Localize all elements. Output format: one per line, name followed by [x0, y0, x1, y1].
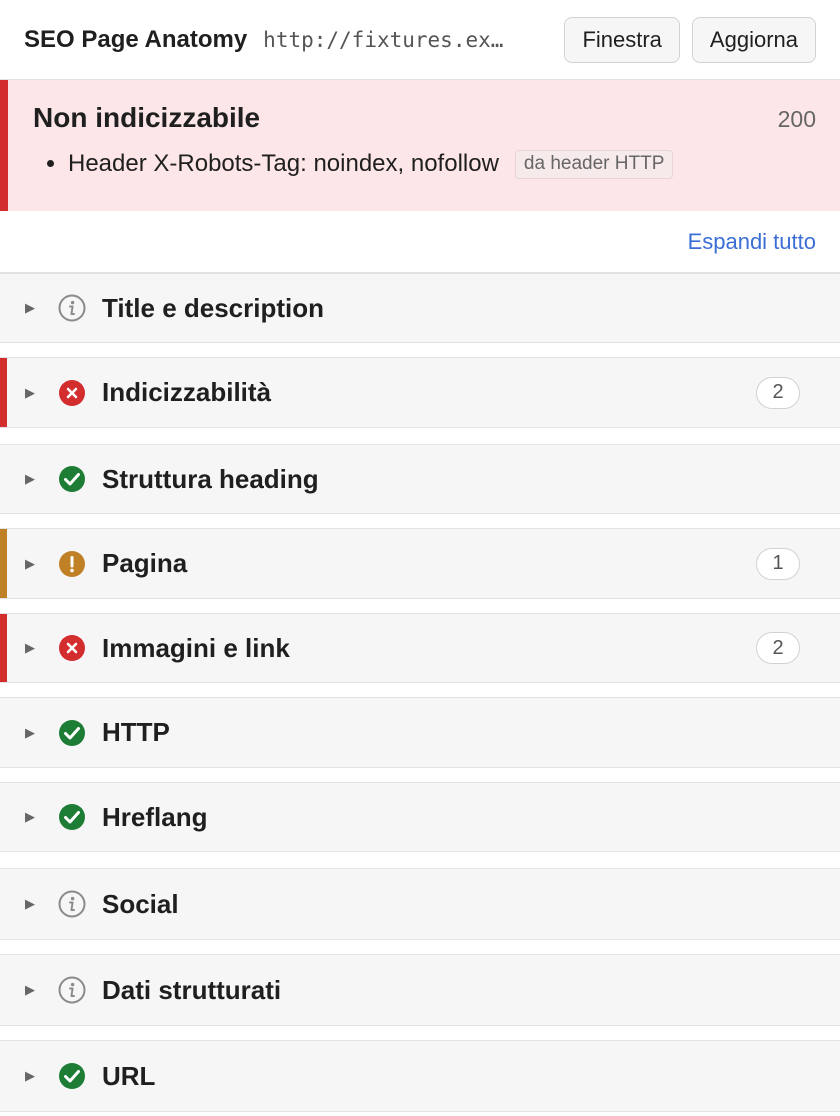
section-label: URL — [102, 1060, 156, 1091]
warning-icon — [57, 549, 87, 579]
section-row[interactable]: ▶ Indicizzabilità 2 — [0, 357, 840, 428]
chevron-right-icon[interactable]: ▶ — [25, 556, 45, 572]
info-icon — [57, 293, 87, 323]
section-label: Hreflang — [102, 801, 208, 832]
section-row[interactable]: ▶ Dati strutturati — [0, 954, 840, 1026]
check-icon — [57, 718, 87, 748]
chevron-right-icon[interactable]: ▶ — [25, 300, 45, 316]
issue-count-badge: 1 — [756, 547, 800, 580]
issue-count-badge: 2 — [756, 376, 800, 409]
chevron-right-icon[interactable]: ▶ — [25, 471, 45, 487]
banner-reasons: Header X-Robots-Tag: noindex, nofollow da… — [33, 148, 816, 179]
section-row[interactable]: ▶ Struttura heading — [0, 444, 840, 514]
error-icon — [57, 633, 87, 663]
info-icon — [57, 889, 87, 919]
refresh-button[interactable]: Aggiorna — [691, 16, 816, 63]
section-label: Title e description — [102, 292, 325, 323]
chevron-right-icon[interactable]: ▶ — [25, 725, 45, 741]
section-list: ▶ Title e description ▶ Indicizzabilità 2 ▶ St… — [0, 273, 840, 1112]
http-status-code: 200 — [777, 106, 816, 132]
window-button[interactable]: Finestra — [564, 16, 680, 63]
chevron-right-icon[interactable]: ▶ — [25, 1068, 45, 1084]
chevron-right-icon[interactable]: ▶ — [25, 809, 45, 825]
section-label: Pagina — [102, 548, 188, 578]
banner-reason-item: Header X-Robots-Tag: noindex, nofollow da… — [68, 148, 816, 179]
check-icon — [57, 802, 87, 832]
section-label: Immagini e link — [102, 632, 290, 663]
section-row[interactable]: ▶ URL — [0, 1040, 840, 1112]
info-icon — [57, 975, 87, 1005]
section-label: HTTP — [102, 717, 170, 747]
indexability-banner: Non indicizzabile 200 Header X-Robots-Ta… — [0, 80, 840, 211]
check-icon — [57, 464, 87, 494]
chevron-right-icon[interactable]: ▶ — [25, 982, 45, 998]
section-row[interactable]: ▶ HTTP — [0, 697, 840, 768]
issue-count-badge: 2 — [756, 632, 800, 664]
section-row[interactable]: ▶ Social — [0, 868, 840, 940]
error-icon — [57, 378, 87, 408]
page-url: http://fixtures.ex… — [263, 27, 504, 52]
section-row[interactable]: ▶ Pagina 1 — [0, 528, 840, 599]
app-title: SEO Page Anatomy — [24, 25, 248, 53]
chevron-right-icon[interactable]: ▶ — [25, 385, 45, 401]
section-row[interactable]: ▶ Title e description — [0, 273, 840, 343]
app-header: SEO Page Anatomy http://fixtures.ex… Fin… — [0, 0, 840, 80]
section-row[interactable]: ▶ Immagini e link 2 — [0, 613, 840, 683]
banner-title: Non indicizzabile — [33, 102, 261, 133]
expand-row: Espandi tutto — [0, 211, 840, 273]
section-row[interactable]: ▶ Hreflang — [0, 782, 840, 852]
section-label: Struttura heading — [102, 463, 319, 494]
chevron-right-icon[interactable]: ▶ — [25, 896, 45, 912]
expand-all-link[interactable]: Espandi tutto — [688, 229, 816, 255]
source-tag: da header HTTP — [514, 150, 674, 179]
banner-reason-text: Header X-Robots-Tag: noindex, nofollow — [68, 150, 499, 177]
check-icon — [57, 1061, 87, 1091]
chevron-right-icon[interactable]: ▶ — [25, 640, 45, 656]
section-label: Indicizzabilità — [102, 377, 272, 407]
section-label: Social — [102, 888, 179, 919]
section-label: Dati strutturati — [102, 974, 282, 1005]
